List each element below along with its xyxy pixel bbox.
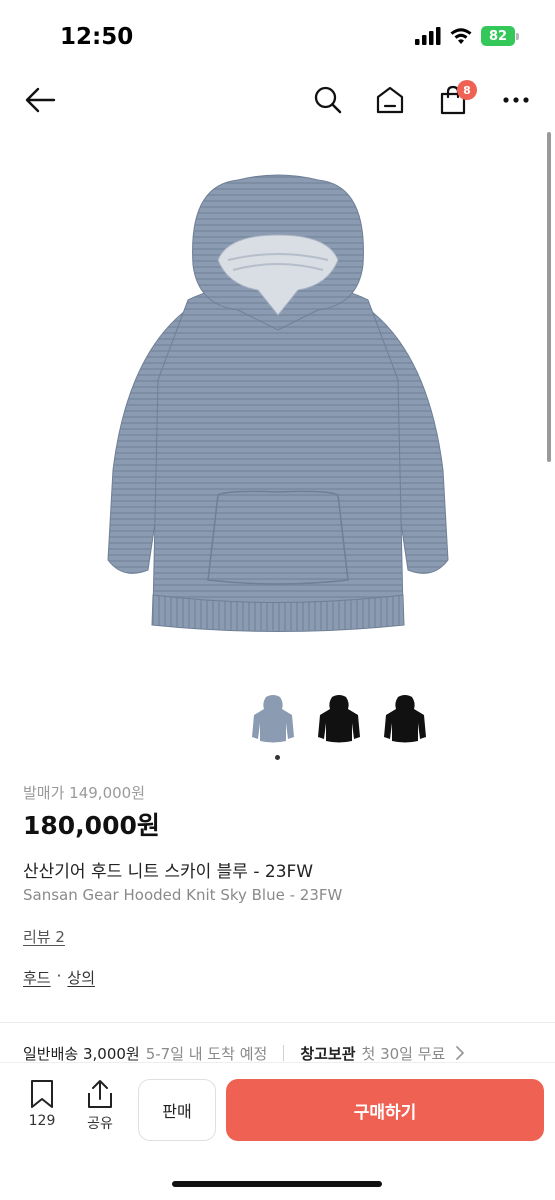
more-icon — [503, 97, 529, 103]
battery-icon: 82 — [481, 26, 519, 46]
battery-level: 82 — [481, 26, 515, 46]
thumbnail-list — [250, 688, 428, 750]
home-button[interactable] — [370, 80, 410, 120]
category-row: 후드 · 상의 — [23, 967, 95, 988]
thumbnail-active-indicator — [275, 755, 280, 760]
bookmark-button[interactable]: 129 — [22, 1079, 62, 1139]
wifi-icon — [450, 28, 472, 44]
storage-label: 창고보관 — [300, 1044, 356, 1063]
retail-price: 발매가 149,000원 — [23, 784, 145, 802]
product-name-english: Sansan Gear Hooded Knit Sky Blue - 23FW — [23, 886, 343, 904]
category-link-top[interactable]: 상의 — [67, 967, 95, 988]
home-icon — [376, 86, 404, 114]
category-separator: · — [56, 967, 62, 985]
back-button[interactable] — [20, 80, 60, 120]
search-icon — [314, 86, 342, 114]
divider — [0, 1022, 555, 1023]
status-time: 12:50 — [60, 24, 134, 50]
bottom-action-bar: 129 공유 판매 구매하기 — [0, 1062, 555, 1200]
search-button[interactable] — [308, 80, 348, 120]
sell-button[interactable]: 판매 — [138, 1079, 216, 1141]
cart-button[interactable]: 8 — [433, 80, 477, 120]
signal-icon — [415, 27, 441, 45]
cart-count-badge: 8 — [457, 80, 477, 100]
share-label: 공유 — [87, 1116, 113, 1132]
share-button[interactable]: 공유 — [80, 1079, 120, 1139]
product-name-korean: 산산기어 후드 니트 스카이 블루 - 23FW — [23, 862, 314, 882]
shipping-divider — [283, 1045, 285, 1061]
storage-note: 첫 30일 무료 — [361, 1044, 446, 1063]
thumbnail-black-1[interactable] — [316, 688, 362, 750]
status-bar: 12:50 82 — [0, 0, 555, 70]
general-shipping-eta: 5-7일 내 도착 예정 — [145, 1044, 268, 1063]
back-arrow-icon — [25, 87, 56, 113]
thumbnail-sky-blue[interactable] — [250, 688, 296, 750]
general-shipping-label: 일반배송 3,000원 — [23, 1044, 140, 1063]
hoodie-image — [106, 174, 449, 632]
bookmark-count: 129 — [28, 1113, 56, 1129]
buy-button[interactable]: 구매하기 — [226, 1079, 544, 1141]
share-icon — [88, 1080, 112, 1108]
reviews-link[interactable]: 리뷰 2 — [23, 926, 65, 947]
status-icons: 82 — [415, 26, 519, 46]
bookmark-icon — [31, 1080, 53, 1108]
category-link-hood[interactable]: 후드 — [23, 967, 51, 988]
more-button[interactable] — [496, 80, 536, 120]
chevron-right-icon — [456, 1046, 465, 1060]
top-nav: 8 — [0, 70, 555, 130]
product-image[interactable] — [0, 140, 555, 680]
current-price: 180,000원 — [23, 811, 160, 840]
home-indicator — [172, 1181, 382, 1187]
thumbnail-black-2[interactable] — [382, 688, 428, 750]
